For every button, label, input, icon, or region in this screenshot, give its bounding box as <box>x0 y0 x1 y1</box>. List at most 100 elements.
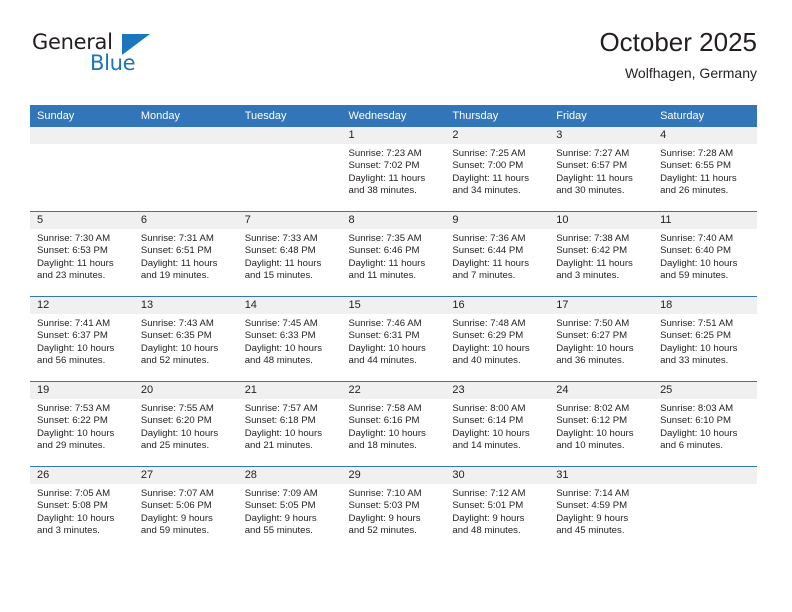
day-info-line: Sunset: 6:57 PM <box>556 160 628 172</box>
day-info-line: Daylight: 10 hours <box>556 342 634 354</box>
day-info-line: Sunrise: 7:40 AM <box>660 233 734 244</box>
title-block: October 2025 Wolfhagen, Germany <box>599 27 757 82</box>
day-cell-30[interactable]: 30 Sunrise: 7:12 AM Sunset: 5:01 PM Dayligh… <box>445 467 550 551</box>
day-cell-9[interactable]: 9 Sunrise: 7:36 AM Sunset: 6:44 PM Daylight… <box>445 212 550 296</box>
day-info-line: Sunrise: 7:30 AM <box>37 233 111 244</box>
logo-text-blue: Blue <box>90 51 136 75</box>
calendar-day-cell: 14 Sunrise: 7:45 AM Sunset: 6:33 PM Dayligh… <box>237 296 342 382</box>
day-cell-24[interactable]: 24 Sunrise: 8:02 AM Sunset: 6:12 PM Dayligh… <box>549 382 654 466</box>
day-cell-3[interactable]: 3 Sunrise: 7:27 AM Sunset: 6:57 PM Daylight… <box>549 127 654 211</box>
day-number: 19 <box>30 382 134 399</box>
day-cell-31[interactable]: 31 Sunrise: 7:14 AM Sunset: 4:59 PM Dayligh… <box>549 467 654 551</box>
weekday-header-monday: Monday <box>133 105 238 127</box>
day-info-line: Sunset: 5:05 PM <box>244 500 316 512</box>
empty-day-cell <box>237 127 342 211</box>
day-sun-info <box>134 144 238 148</box>
day-number: 13 <box>133 297 238 314</box>
day-info-line: Daylight: 10 hours <box>37 342 115 354</box>
day-number: 10 <box>549 212 654 229</box>
day-cell-22[interactable]: 22 Sunrise: 7:58 AM Sunset: 6:16 PM Dayligh… <box>341 382 446 466</box>
day-cell-6[interactable]: 6 Sunrise: 7:31 AM Sunset: 6:51 PM Daylight… <box>133 212 238 296</box>
calendar-day-cell: 30 Sunrise: 7:12 AM Sunset: 5:01 PM Dayligh… <box>445 466 550 551</box>
day-cell-10[interactable]: 10 Sunrise: 7:38 AM Sunset: 6:42 PM Dayligh… <box>549 212 654 296</box>
day-cell-27[interactable]: 27 Sunrise: 7:07 AM Sunset: 5:06 PM Dayligh… <box>133 467 238 551</box>
day-cell-5[interactable]: 5 Sunrise: 7:30 AM Sunset: 6:53 PM Daylight… <box>30 212 134 296</box>
day-cell-21[interactable]: 21 Sunrise: 7:57 AM Sunset: 6:18 PM Dayligh… <box>237 382 342 466</box>
day-cell-16[interactable]: 16 Sunrise: 7:48 AM Sunset: 6:29 PM Dayligh… <box>445 297 550 381</box>
day-cell-11[interactable]: 11 Sunrise: 7:40 AM Sunset: 6:40 PM Dayligh… <box>653 212 757 296</box>
day-info-line: and 38 minutes. <box>348 184 417 196</box>
day-number: 16 <box>445 297 550 314</box>
day-info-line: and 25 minutes. <box>140 439 210 451</box>
weekday-header-friday: Friday <box>549 105 654 127</box>
day-sun-info: Sunrise: 7:30 AM Sunset: 6:53 PM Daylight:… <box>30 229 134 282</box>
day-number: 20 <box>133 382 238 399</box>
day-info-line: Sunset: 6:51 PM <box>140 245 212 257</box>
page-subtitle: Wolfhagen, Germany <box>624 64 757 81</box>
calendar-day-cell: 6 Sunrise: 7:31 AM Sunset: 6:51 PM Daylight… <box>133 211 238 297</box>
day-number: 26 <box>30 467 134 484</box>
day-cell-29[interactable]: 29 Sunrise: 7:10 AM Sunset: 5:03 PM Dayligh… <box>341 467 446 551</box>
day-info-line: Sunrise: 7:31 AM <box>140 233 214 244</box>
day-number: 18 <box>653 297 757 314</box>
day-info-line: Sunrise: 7:55 AM <box>140 403 214 414</box>
day-sun-info: Sunrise: 7:28 AM Sunset: 6:55 PM Daylight:… <box>653 144 757 197</box>
day-sun-info: Sunrise: 7:38 AM Sunset: 6:42 PM Daylight:… <box>549 229 653 282</box>
day-cell-13[interactable]: 13 Sunrise: 7:43 AM Sunset: 6:35 PM Dayligh… <box>133 297 238 381</box>
day-cell-18[interactable]: 18 Sunrise: 7:51 AM Sunset: 6:25 PM Dayligh… <box>653 297 757 381</box>
day-info-line: Sunset: 6:33 PM <box>244 330 316 342</box>
day-info-line: Sunset: 6:44 PM <box>452 245 524 257</box>
calendar-day-cell <box>653 466 757 551</box>
day-info-line: and 10 minutes. <box>556 439 625 451</box>
calendar-day-cell <box>30 127 134 212</box>
general-blue-logo[interactable]: General Blue <box>30 32 170 84</box>
day-info-line: and 55 minutes. <box>244 524 313 536</box>
day-info-line: Sunset: 6:18 PM <box>244 415 316 427</box>
day-cell-20[interactable]: 20 Sunrise: 7:55 AM Sunset: 6:20 PM Dayligh… <box>133 382 238 466</box>
day-cell-14[interactable]: 14 Sunrise: 7:45 AM Sunset: 6:33 PM Dayligh… <box>237 297 342 381</box>
page-title: October 2025 <box>599 27 757 57</box>
weekday-header-saturday: Saturday <box>653 105 757 127</box>
day-cell-7[interactable]: 7 Sunrise: 7:33 AM Sunset: 6:48 PM Daylight… <box>237 212 342 296</box>
day-sun-info: Sunrise: 7:57 AM Sunset: 6:18 PM Daylight:… <box>238 399 342 452</box>
day-cell-23[interactable]: 23 Sunrise: 8:00 AM Sunset: 6:14 PM Dayligh… <box>445 382 550 466</box>
calendar-day-cell: 31 Sunrise: 7:14 AM Sunset: 4:59 PM Dayligh… <box>549 466 654 551</box>
day-info-line: Daylight: 9 hours <box>140 512 213 524</box>
day-sun-info: Sunrise: 7:07 AM Sunset: 5:06 PM Daylight:… <box>134 484 238 537</box>
day-info-line: Daylight: 10 hours <box>556 427 634 439</box>
day-sun-info: Sunrise: 7:46 AM Sunset: 6:31 PM Daylight:… <box>342 314 446 367</box>
day-cell-2[interactable]: 2 Sunrise: 7:25 AM Sunset: 7:00 PM Daylight… <box>445 127 550 211</box>
day-info-line: and 14 minutes. <box>452 439 521 451</box>
day-info-line: and 48 minutes. <box>244 354 313 366</box>
day-info-line: Daylight: 11 hours <box>556 257 633 269</box>
day-cell-4[interactable]: 4 Sunrise: 7:28 AM Sunset: 6:55 PM Daylight… <box>653 127 757 211</box>
calendar-day-cell: 4 Sunrise: 7:28 AM Sunset: 6:55 PM Daylight… <box>653 127 757 212</box>
day-sun-info: Sunrise: 7:09 AM Sunset: 5:05 PM Daylight:… <box>238 484 342 537</box>
day-cell-25[interactable]: 25 Sunrise: 8:03 AM Sunset: 6:10 PM Dayligh… <box>653 382 757 466</box>
day-info-line: Daylight: 10 hours <box>660 342 738 354</box>
day-info-line: and 6 minutes. <box>660 439 723 451</box>
day-info-line: Daylight: 11 hours <box>556 172 633 184</box>
calendar-week-row: 19 Sunrise: 7:53 AM Sunset: 6:22 PM Dayligh… <box>30 381 757 467</box>
calendar-day-cell: 5 Sunrise: 7:30 AM Sunset: 6:53 PM Daylight… <box>30 211 134 297</box>
day-cell-12[interactable]: 12 Sunrise: 7:41 AM Sunset: 6:37 PM Dayligh… <box>30 297 134 381</box>
day-cell-26[interactable]: 26 Sunrise: 7:05 AM Sunset: 5:08 PM Dayligh… <box>30 467 134 551</box>
day-cell-8[interactable]: 8 Sunrise: 7:35 AM Sunset: 6:46 PM Daylight… <box>341 212 446 296</box>
day-cell-28[interactable]: 28 Sunrise: 7:09 AM Sunset: 5:05 PM Dayligh… <box>237 467 342 551</box>
day-sun-info: Sunrise: 7:23 AM Sunset: 7:02 PM Daylight:… <box>342 144 446 197</box>
day-info-line: and 23 minutes. <box>37 269 106 281</box>
day-sun-info: Sunrise: 7:35 AM Sunset: 6:46 PM Daylight:… <box>342 229 446 282</box>
day-sun-info: Sunrise: 7:05 AM Sunset: 5:08 PM Daylight:… <box>30 484 134 537</box>
day-info-line: Sunrise: 7:27 AM <box>556 148 630 159</box>
day-info-line: Daylight: 10 hours <box>660 257 738 269</box>
day-number: 31 <box>549 467 654 484</box>
day-info-line: Daylight: 10 hours <box>140 427 219 439</box>
day-cell-1[interactable]: 1 Sunrise: 7:23 AM Sunset: 7:02 PM Daylight… <box>341 127 446 211</box>
day-cell-17[interactable]: 17 Sunrise: 7:50 AM Sunset: 6:27 PM Dayligh… <box>549 297 654 381</box>
day-cell-15[interactable]: 15 Sunrise: 7:46 AM Sunset: 6:31 PM Dayligh… <box>341 297 446 381</box>
day-cell-19[interactable]: 19 Sunrise: 7:53 AM Sunset: 6:22 PM Dayligh… <box>30 382 134 466</box>
day-info-line: Sunrise: 7:07 AM <box>140 488 214 499</box>
weekday-header-thursday: Thursday <box>445 105 550 127</box>
day-info-line: Sunset: 6:20 PM <box>140 415 212 427</box>
day-info-line: Sunset: 6:29 PM <box>452 330 524 342</box>
